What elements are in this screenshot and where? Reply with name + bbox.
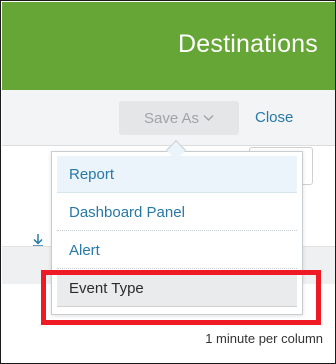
page-title: Destinations: [178, 30, 318, 58]
menu-item-label: Dashboard Panel: [69, 203, 185, 221]
menu-item-report[interactable]: Report: [57, 156, 297, 193]
menu-item-label: Alert: [69, 241, 100, 259]
timeline-scale-label: 1 minute per column: [205, 331, 323, 346]
download-icon[interactable]: [31, 233, 45, 247]
save-as-label: Save As: [143, 109, 200, 127]
menu-item-alert[interactable]: Alert: [57, 232, 297, 269]
chevron-down-icon: [203, 113, 214, 125]
menu-item-dashboard-panel[interactable]: Dashboard Panel: [57, 194, 297, 231]
highlight-annotation-box: [41, 270, 321, 325]
app-header: Destinations: [2, 2, 335, 90]
toolbar: Save As Close: [2, 90, 335, 146]
close-link[interactable]: Close: [255, 109, 293, 126]
save-as-button[interactable]: Save As: [119, 101, 239, 135]
screenshot-frame: Destinations Save As Close 1 minute per …: [0, 0, 336, 364]
menu-item-label: Report: [69, 165, 115, 183]
